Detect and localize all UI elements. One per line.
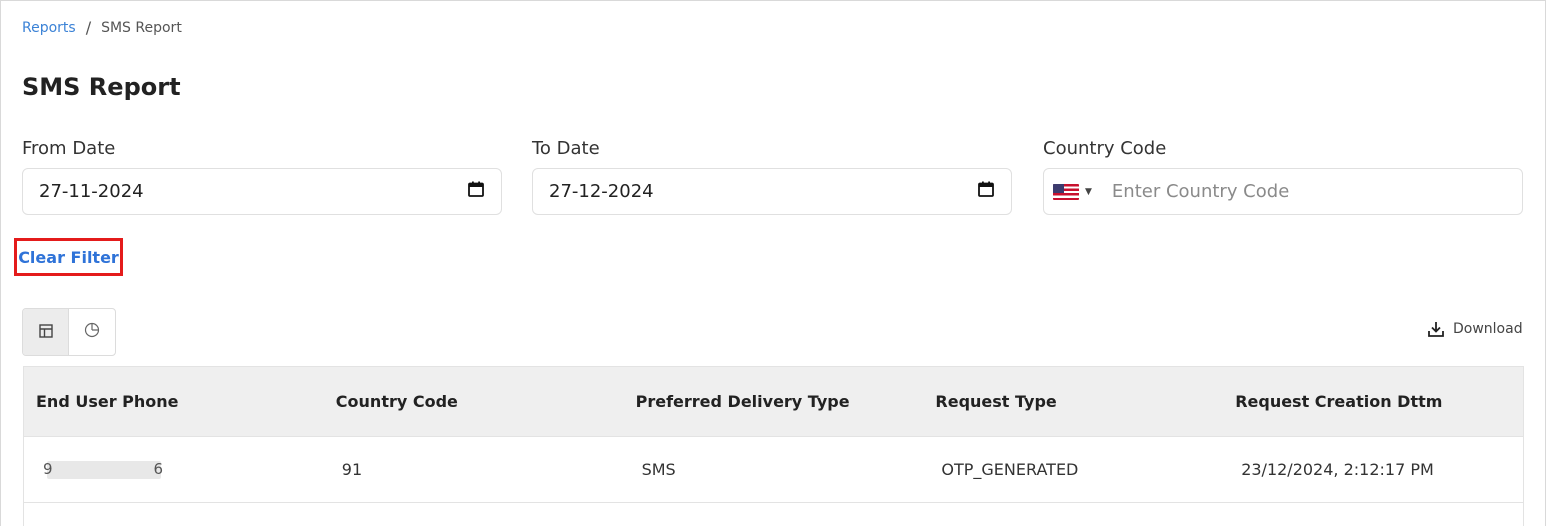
calendar-icon[interactable] [467,180,485,203]
view-toggle [22,308,116,356]
download-button[interactable]: Download [1426,319,1523,339]
to-date-label: To Date [532,138,600,159]
country-code-label: Country Code [1043,138,1167,159]
from-date-label: From Date [22,138,116,159]
table-row[interactable]: 9 6 91 SMS OTP_GENERATED 23/12/2024, 2:1… [24,437,1523,503]
column-header[interactable]: Request Creation Dttm [1223,392,1523,411]
to-date-input[interactable]: 27-12-2024 [532,168,1012,215]
calendar-icon[interactable] [977,180,995,203]
breadcrumb: Reports / SMS Report [22,18,182,37]
clear-filter-button[interactable]: Clear Filter [14,238,123,276]
table-row [24,503,1523,526]
country-code-cell: 91 [341,460,363,479]
column-header[interactable]: Preferred Delivery Type [624,392,924,411]
from-date-input[interactable]: 27-11-2024 [22,168,502,215]
column-header[interactable]: Request Type [923,392,1223,411]
breadcrumb-current: SMS Report [101,19,182,36]
column-header[interactable]: End User Phone [24,392,324,411]
from-date-field: From Date 27-11-2024 [22,138,502,215]
masked-phone: 9 6 [43,460,163,480]
to-date-value: 27-12-2024 [549,181,654,202]
country-code-input[interactable] [1111,181,1492,202]
column-header[interactable]: Country Code [324,392,624,411]
end-user-phone-cell: 9 6 [24,460,324,480]
download-icon [1428,322,1444,337]
table-view-button[interactable] [23,309,70,355]
sms-report-page: Reports / SMS Report SMS Report From Dat… [0,0,1546,526]
table-icon [38,323,53,342]
pie-chart-icon [84,322,100,342]
breadcrumb-reports-link[interactable]: Reports [22,20,76,36]
delivery-type-cell: SMS [641,460,676,479]
country-flag-dropdown[interactable]: ▼ [1053,183,1092,200]
from-date-value: 27-11-2024 [39,181,144,202]
request-created-cell: 23/12/2024, 2:12:17 PM [1241,460,1434,479]
to-date-field: To Date 27-12-2024 [532,138,1012,215]
caret-down-icon: ▼ [1085,186,1092,197]
page-title: SMS Report [22,73,181,101]
breadcrumb-separator: / [85,18,92,37]
chart-view-button[interactable] [69,309,115,355]
country-code-box: ▼ [1043,168,1523,215]
country-code-field: Country Code ▼ [1043,138,1523,215]
table-header: End User Phone Country Code Preferred De… [24,367,1523,437]
request-type-cell: OTP_GENERATED [941,460,1079,479]
sms-report-table: End User Phone Country Code Preferred De… [23,366,1524,526]
us-flag-icon [1053,183,1079,200]
download-label: Download [1453,321,1523,337]
